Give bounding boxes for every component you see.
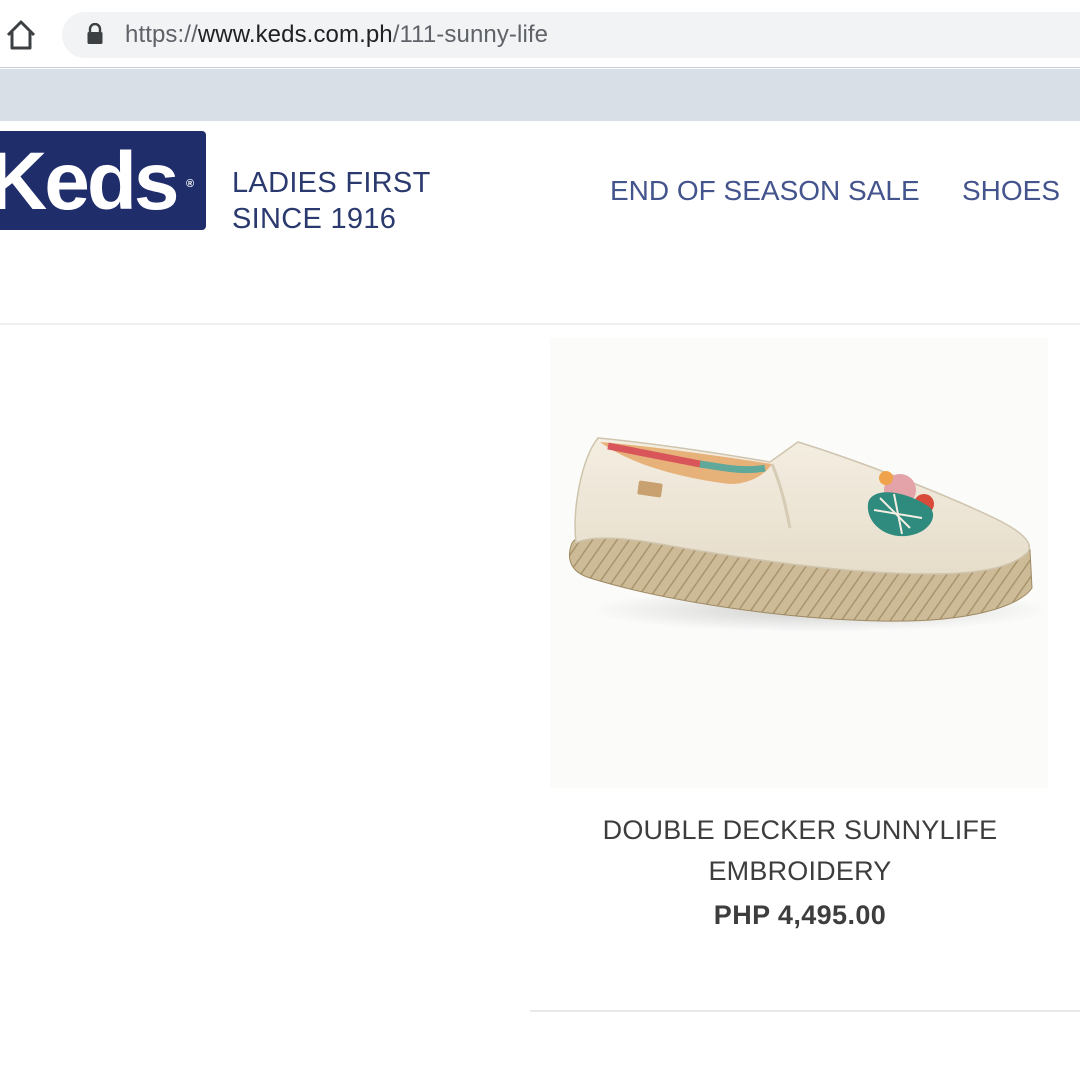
product-name[interactable]: DOUBLE DECKER SUNNYLIFE EMBROIDERY — [540, 810, 1060, 892]
product-image[interactable] — [550, 338, 1050, 788]
lock-icon — [87, 23, 103, 44]
nav-item-shoes[interactable]: SHOES — [962, 175, 1060, 207]
tagline-line-1: LADIES FIRST — [232, 167, 431, 199]
address-bar[interactable]: https://www.keds.com.ph/111-sunny-life — [62, 12, 1080, 58]
url-scheme: https:// — [125, 21, 198, 48]
home-icon[interactable] — [2, 16, 40, 54]
url-host: www.keds.com.ph — [197, 21, 393, 48]
divider — [530, 1010, 1080, 1012]
keds-logo[interactable]: Keds ® — [0, 131, 206, 230]
brand-tagline: LADIES FIRST SINCE 1916 — [232, 165, 431, 237]
url-text[interactable]: https://www.keds.com.ph/111-sunny-life — [125, 21, 548, 49]
product-name-line-2: EMBROIDERY — [708, 856, 892, 886]
product-name-line-1: DOUBLE DECKER SUNNYLIFE — [602, 815, 998, 845]
bookmarks-bar — [0, 69, 1080, 121]
tagline-line-2: SINCE 1916 — [232, 203, 397, 235]
nav-item-end-of-season-sale[interactable]: END OF SEASON SALE — [610, 175, 920, 207]
url-path: /111-sunny-life — [392, 21, 549, 48]
slip-on-espadrille-shoe-image — [568, 437, 1050, 632]
site-header: Keds ® LADIES FIRST SINCE 1916 END OF SE… — [0, 121, 1080, 325]
registered-mark-icon: ® — [186, 178, 195, 190]
browser-toolbar: https://www.keds.com.ph/111-sunny-life — [0, 0, 1080, 68]
logo-text: Keds — [0, 136, 180, 227]
product-price: PHP 4,495.00 — [713, 900, 887, 930]
